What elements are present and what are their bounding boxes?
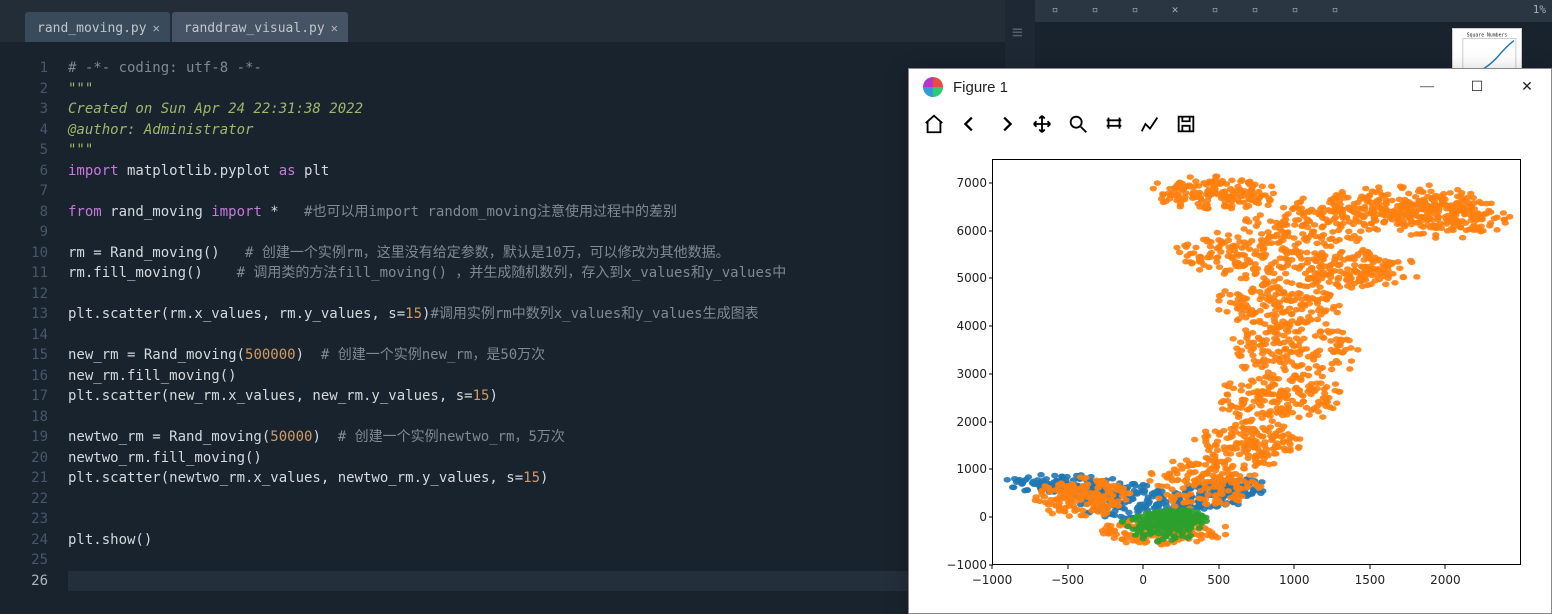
code-line[interactable] [68, 550, 1005, 571]
rt-tool-7[interactable]: ▫ [1275, 0, 1315, 22]
code-line[interactable]: new_rm = Rand_moving(500000) # 创建一个实例new… [68, 345, 1005, 366]
xtick-label: −500 [1051, 573, 1084, 587]
thumb-title: Square Numbers [1467, 33, 1508, 39]
figure-title: Figure 1 [953, 79, 1008, 96]
zoom-label: 1% [1533, 0, 1552, 22]
code-line[interactable]: @author: Administrator [68, 120, 1005, 141]
rt-tool-2[interactable]: ▫ [1075, 0, 1115, 22]
xtick-label: −1000 [972, 573, 1013, 587]
tab-randdraw_visual-py[interactable]: randdraw_visual.py ✕ [172, 12, 348, 42]
code-line[interactable]: plt.scatter(newtwo_rm.x_values, newtwo_r… [68, 468, 1005, 489]
figure-titlebar[interactable]: Figure 1 — ☐ ✕ [909, 69, 1551, 105]
ytick-label: 6000 [939, 224, 987, 238]
rt-tool-1[interactable]: ▫ [1035, 0, 1075, 22]
code-line[interactable]: plt.scatter(rm.x_values, rm.y_values, s=… [68, 304, 1005, 325]
ytick-label: 1000 [939, 462, 987, 476]
code-line[interactable]: Created on Sun Apr 24 22:31:38 2022 [68, 99, 1005, 120]
right-toolbar: ▫ ▫ ▫ ✕ ▫ ▫ ▫ ▫ 1% [1035, 0, 1552, 22]
code-line[interactable] [68, 181, 1005, 202]
code-line[interactable]: rm = Rand_moving() # 创建一个实例rm，这里没有给定参数，默… [68, 243, 1005, 264]
minimize-button[interactable]: — [1417, 79, 1437, 96]
edit-icon[interactable] [1135, 110, 1165, 138]
home-icon[interactable] [919, 110, 949, 138]
code-line[interactable]: newtwo_rm = Rand_moving(50000) # 创建一个实例n… [68, 427, 1005, 448]
code-line[interactable] [68, 284, 1005, 305]
xtick-label: 0 [1139, 573, 1147, 587]
hamburger-icon[interactable]: ≡ [1012, 22, 1024, 43]
figure-canvas[interactable]: −100001000200030004000500060007000−1000−… [919, 149, 1541, 603]
code-line[interactable]: """ [68, 140, 1005, 161]
ytick-label: −1000 [939, 558, 987, 572]
code-line[interactable]: from rand_moving import * #也可以用import ra… [68, 202, 1005, 223]
xtick-label: 500 [1207, 573, 1230, 587]
code-line[interactable] [68, 222, 1005, 243]
figure-window: Figure 1 — ☐ ✕ −1000 0 1000 2000 3000 4000 500… [908, 68, 1552, 614]
code-line[interactable]: plt.show() [68, 530, 1005, 551]
rt-tool-3[interactable]: ▫ [1115, 0, 1155, 22]
code-line[interactable]: newtwo_rm.fill_moving() [68, 448, 1005, 469]
code-line[interactable]: rm.fill_moving() # 调用类的方法fill_moving() ，… [68, 263, 1005, 284]
ytick-label: 3000 [939, 367, 987, 381]
code-line[interactable]: import matplotlib.pyplot as plt [68, 161, 1005, 182]
ytick-label: 2000 [939, 415, 987, 429]
code-line[interactable]: plt.scatter(new_rm.x_values, new_rm.y_va… [68, 386, 1005, 407]
code-line[interactable] [68, 489, 1005, 510]
code-line[interactable] [68, 509, 1005, 530]
code-body[interactable]: # -*- coding: utf-8 -*-"""Created on Sun… [60, 42, 1005, 614]
plot-axes [992, 159, 1521, 565]
code-line[interactable] [68, 571, 1005, 592]
ytick-label: 7000 [939, 176, 987, 190]
ytick-label: 5000 [939, 271, 987, 285]
ytick-label: 0 [939, 510, 987, 524]
code-line[interactable]: """ [68, 79, 1005, 100]
tab-close-icon[interactable]: ✕ [153, 21, 160, 35]
subplots-icon[interactable] [1099, 110, 1129, 138]
tab-label: rand_moving.py [37, 21, 147, 36]
forward-icon[interactable] [991, 110, 1021, 138]
code-line[interactable] [68, 407, 1005, 428]
figure-toolbar [909, 105, 1551, 143]
right-panel: ▫ ▫ ▫ ✕ ▫ ▫ ▫ ▫ 1% Square Numbers [1035, 0, 1552, 68]
pan-icon[interactable] [1027, 110, 1057, 138]
xtick-label: 1500 [1355, 573, 1386, 587]
xtick-label: 2000 [1430, 573, 1461, 587]
tab-bar: rand_moving.py ✕ randdraw_visual.py ✕ [0, 0, 1005, 42]
rt-tool-6[interactable]: ▫ [1235, 0, 1275, 22]
code-line[interactable]: # -*- coding: utf-8 -*- [68, 58, 1005, 79]
tab-label: randdraw_visual.py [184, 21, 325, 36]
ytick-label: 4000 [939, 319, 987, 333]
rt-tool-8[interactable]: ▫ [1315, 0, 1355, 22]
code-line[interactable] [68, 325, 1005, 346]
code-editor[interactable]: 1234567891011121314151617181920212223242… [0, 42, 1005, 614]
rt-tool-5[interactable]: ▫ [1195, 0, 1235, 22]
matplotlib-icon [923, 77, 943, 97]
save-icon[interactable] [1171, 110, 1201, 138]
close-button[interactable]: ✕ [1517, 79, 1537, 96]
rt-tool-4[interactable]: ✕ [1155, 0, 1195, 22]
line-gutter: 1234567891011121314151617181920212223242… [0, 42, 60, 614]
zoom-icon[interactable] [1063, 110, 1093, 138]
tab-close-icon[interactable]: ✕ [331, 21, 338, 35]
back-icon[interactable] [955, 110, 985, 138]
tab-rand_moving-py[interactable]: rand_moving.py ✕ [25, 12, 170, 42]
maximize-button[interactable]: ☐ [1467, 79, 1487, 96]
code-line[interactable]: new_rm.fill_moving() [68, 366, 1005, 387]
xtick-label: 1000 [1279, 573, 1310, 587]
editor-pane: rand_moving.py ✕ randdraw_visual.py ✕ 12345… [0, 0, 1005, 614]
